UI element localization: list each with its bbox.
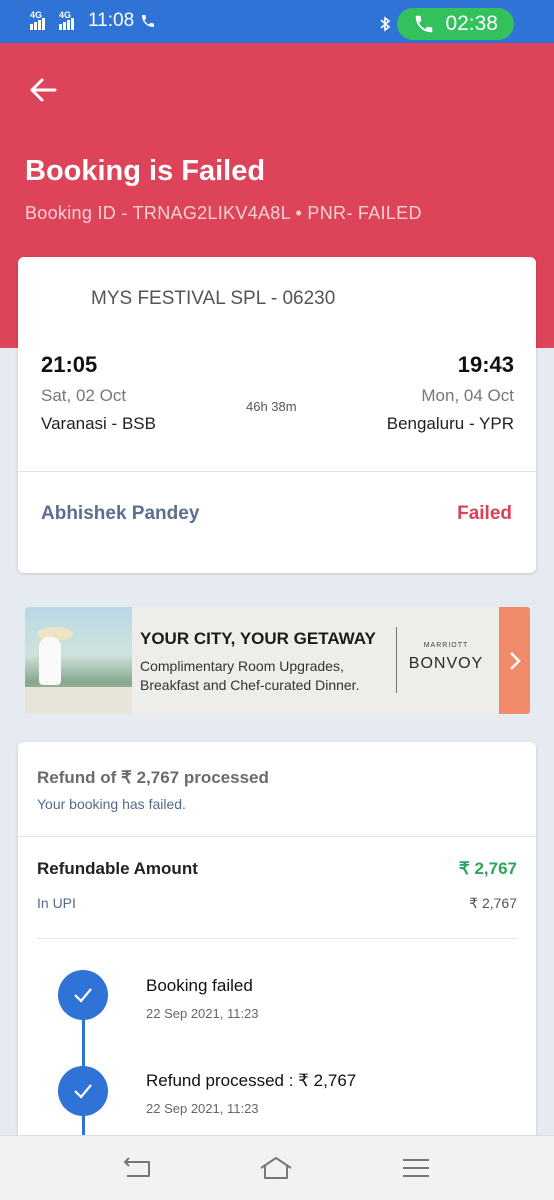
divider <box>18 836 536 837</box>
refund-card: Refund of ₹ 2,767 processed Your booking… <box>18 742 536 1192</box>
timeline-step-2-time: 22 Sep 2021, 11:23 <box>146 1101 259 1116</box>
passenger-status: Failed <box>457 503 512 524</box>
call-timer: 02:38 <box>445 12 498 35</box>
divider <box>396 627 397 693</box>
bluetooth-icon <box>380 16 391 32</box>
timeline-step-2-title: Refund processed : ₹ 2,767 <box>146 1071 357 1090</box>
network-type-2: 4G <box>59 10 72 20</box>
departure-date: Sat, 02 Oct <box>41 386 127 405</box>
system-navigation-bar <box>0 1135 554 1200</box>
chevron-right-icon <box>509 651 521 670</box>
refund-subtitle: Your booking has failed. <box>37 796 186 812</box>
phone-icon <box>142 15 155 27</box>
status-right: 02:38 <box>379 8 514 40</box>
refund-method-label: In UPI <box>37 895 76 911</box>
back-arrow-icon[interactable] <box>28 75 58 105</box>
train-name: MYS FESTIVAL SPL - 06230 <box>91 288 336 309</box>
departure-station: Varanasi - BSB <box>41 414 156 433</box>
status-bar: 4G 4G 11:08 02:38 <box>0 0 554 43</box>
journey-duration: 46h 38m <box>246 399 297 414</box>
timeline-step-1-time: 22 Sep 2021, 11:23 <box>146 1006 259 1021</box>
arrival-date: Mon, 04 Oct <box>421 386 514 405</box>
refund-title: Refund of ₹ 2,767 processed <box>37 768 269 787</box>
train-journey-card: MYS FESTIVAL SPL - 06230 21:05 19:43 Sat… <box>18 257 536 573</box>
page-title: Booking is Failed <box>25 155 266 187</box>
status-left: 4G 4G 11:08 <box>30 10 156 32</box>
timeline-step-1-check-icon <box>58 970 108 1020</box>
marriott-ad-banner[interactable]: YOUR CITY, YOUR GETAWAY Complimentary Ro… <box>25 607 530 714</box>
refund-method-value: ₹ 2,767 <box>469 895 517 911</box>
ad-line-2: Breakfast and Chef-curated Dinner. <box>140 677 360 693</box>
network-type-1: 4G <box>30 10 43 20</box>
nav-menu-icon[interactable] <box>399 1154 433 1182</box>
timeline-step-2-check-icon <box>58 1066 108 1116</box>
ad-line-1: Complimentary Room Upgrades, <box>140 658 344 674</box>
phone-icon <box>416 15 433 33</box>
signal-icon-1: 4G <box>30 10 45 30</box>
signal-icon-2: 4G <box>59 10 74 30</box>
ongoing-call-pill[interactable]: 02:38 <box>397 8 514 40</box>
nav-back-icon[interactable] <box>121 1154 155 1182</box>
refundable-amount-value: ₹ 2,767 <box>458 859 517 878</box>
divider <box>18 471 536 472</box>
clock: 11:08 <box>88 10 135 31</box>
arrival-time: 19:43 <box>457 352 514 377</box>
refundable-amount-label: Refundable Amount <box>37 859 198 878</box>
ad-brand-name: BONVOY <box>408 655 484 672</box>
booking-id-pnr: Booking ID - TRNAG2LIKV4A8L • PNR- FAILE… <box>25 203 422 223</box>
ad-next-button[interactable] <box>499 607 530 714</box>
arrival-station: Bengaluru - YPR <box>386 414 514 433</box>
ad-brand-top: MARRIOTT <box>423 642 469 649</box>
departure-time: 21:05 <box>41 352 98 377</box>
nav-home-icon[interactable] <box>259 1154 293 1182</box>
timeline-step-1-title: Booking failed <box>146 976 253 995</box>
divider <box>37 938 517 939</box>
passenger-name: Abhishek Pandey <box>41 503 200 524</box>
ad-image <box>25 607 132 714</box>
ad-headline: YOUR CITY, YOUR GETAWAY <box>140 629 376 648</box>
